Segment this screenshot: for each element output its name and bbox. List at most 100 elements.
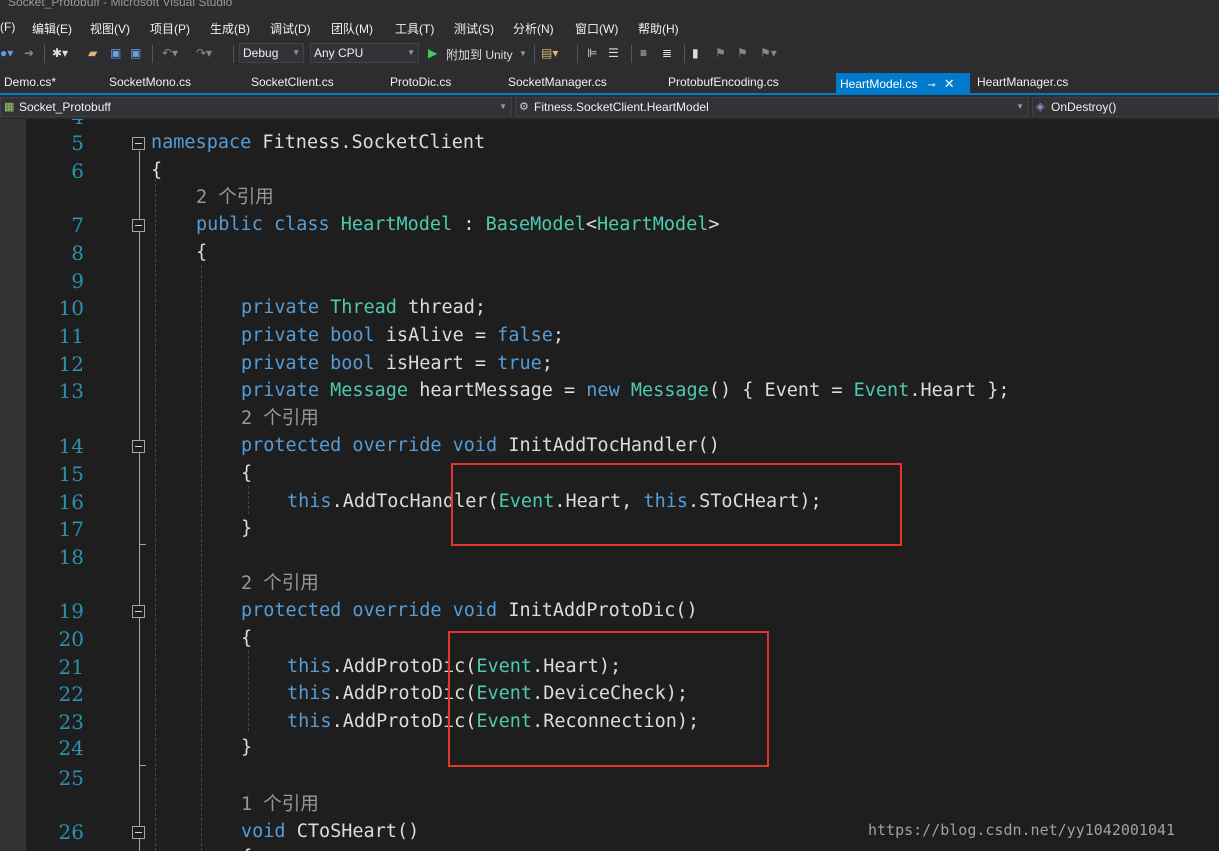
highlight-box: [448, 631, 769, 767]
code-line[interactable]: }: [241, 736, 252, 760]
tab-label: HeartModel.cs: [840, 77, 918, 91]
type-dropdown[interactable]: ⚙ Fitness.SocketClient.HeartModel ▼: [515, 97, 1029, 117]
menu-window[interactable]: 窗口(W): [575, 20, 618, 37]
keyword: void: [241, 821, 286, 842]
project-name: Socket_Protobuff: [19, 100, 111, 114]
collapse-icon[interactable]: [132, 219, 145, 232]
member-dropdown[interactable]: ◈ OnDestroy(): [1032, 97, 1219, 117]
chevron-down-icon[interactable]: ▼: [519, 49, 527, 65]
clear-bookmarks-icon[interactable]: ⚑▾: [760, 46, 777, 62]
project-dropdown[interactable]: ▦ Socket_Protobuff ▼: [0, 97, 512, 117]
code-line[interactable]: private bool isHeart = true;: [241, 352, 553, 376]
tab-socketclient[interactable]: SocketClient.cs: [247, 72, 338, 93]
method-icon: ◈: [1036, 101, 1045, 113]
line-number: 16: [58, 490, 84, 514]
pin-icon[interactable]: ⊸: [927, 80, 935, 91]
line-number: 14: [58, 434, 84, 458]
keyword: public class: [196, 214, 341, 235]
menu-tools[interactable]: 工具(T): [395, 20, 434, 37]
tab-label: SocketMono.cs: [109, 75, 192, 89]
outdent-icon[interactable]: ☰: [608, 46, 619, 62]
line-number: 26: [58, 820, 84, 844]
watermark: https://blog.csdn.net/yy1042001041: [868, 821, 1176, 839]
tab-label: HeartManager.cs: [977, 75, 1069, 89]
tab-protodic[interactable]: ProtoDic.cs: [386, 72, 455, 93]
back-icon[interactable]: ●▾: [0, 46, 13, 62]
code-line[interactable]: private Thread thread;: [241, 296, 486, 320]
attach-icon[interactable]: ▤▾: [541, 46, 558, 62]
tab-protobufencoding[interactable]: ProtobufEncoding.cs: [664, 72, 783, 93]
menu-team[interactable]: 团队(M): [331, 20, 373, 37]
tab-heartmanager[interactable]: HeartManager.cs: [973, 72, 1072, 93]
open-folder-icon[interactable]: ▰: [88, 46, 97, 62]
code-line[interactable]: private bool isAlive = false;: [241, 324, 564, 348]
code-line[interactable]: {: [151, 159, 162, 183]
brace: }: [241, 737, 253, 758]
brace: {: [196, 242, 208, 263]
close-icon[interactable]: ✕: [944, 76, 955, 91]
collapse-icon[interactable]: [132, 826, 145, 839]
menu-edit[interactable]: 编辑(E): [32, 20, 72, 37]
attach-unity-button[interactable]: 附加到 Unity: [446, 46, 513, 62]
new-project-icon[interactable]: ✱▾: [52, 46, 68, 62]
collapse-icon[interactable]: [132, 137, 145, 150]
collapse-icon[interactable]: [132, 440, 145, 453]
code-line[interactable]: namespace Fitness.SocketClient: [151, 131, 485, 155]
platform-select[interactable]: Any CPU ▼: [310, 43, 419, 63]
save-all-icon[interactable]: ▣: [130, 46, 141, 62]
menu-test[interactable]: 测试(S): [454, 20, 494, 37]
code-line[interactable]: protected override void InitAddTocHandle…: [241, 434, 720, 458]
identifier: isHeart =: [374, 353, 498, 374]
menu-project[interactable]: 项目(P): [150, 20, 190, 37]
code-line[interactable]: {: [196, 241, 207, 265]
punctuation: <: [585, 214, 597, 235]
prev-bookmark-icon[interactable]: ⚑: [715, 46, 726, 62]
code-line[interactable]: protected override void InitAddProtoDic(…: [241, 599, 698, 623]
tab-demo[interactable]: Demo.cs*: [0, 72, 60, 93]
codelens-references[interactable]: 2 个引用: [241, 407, 319, 431]
codelens-references[interactable]: 2 个引用: [196, 186, 274, 210]
menu-analyze[interactable]: 分析(N): [513, 20, 554, 37]
bookmark-icon[interactable]: ▮: [692, 46, 699, 62]
format-icon[interactable]: ⊫: [587, 46, 597, 62]
code-line[interactable]: void CToSHeart(): [241, 820, 419, 844]
code-line[interactable]: public class HeartModel : BaseModel<Hear…: [196, 213, 720, 237]
code-line[interactable]: {: [241, 462, 252, 486]
identifier: heartMessage =: [408, 380, 587, 401]
code-line[interactable]: private Message heartMessage = new Messa…: [241, 379, 1010, 403]
code-editor[interactable]: 4 5 6 7 8 9 10 11 12 13 14 15 16 17 18 1…: [0, 119, 1219, 851]
codelens-references[interactable]: 2 个引用: [241, 572, 319, 596]
document-tabs: Demo.cs* SocketMono.cs SocketClient.cs P…: [0, 68, 1219, 95]
collapse-icon[interactable]: [132, 605, 145, 618]
keyword: private: [241, 380, 331, 401]
play-icon[interactable]: ▶: [428, 46, 437, 62]
next-bookmark-icon[interactable]: ⚑: [737, 46, 748, 62]
tab-socketmono[interactable]: SocketMono.cs: [105, 72, 195, 93]
line-number: 7: [71, 213, 84, 237]
tab-socketmanager[interactable]: SocketManager.cs: [504, 72, 611, 93]
comment-icon[interactable]: ≡: [640, 46, 647, 62]
codelens-references[interactable]: 1 个引用: [241, 793, 319, 817]
configuration-select[interactable]: Debug ▼: [239, 43, 304, 63]
menu-debug[interactable]: 调试(D): [270, 20, 311, 37]
save-icon[interactable]: ▣: [110, 46, 121, 62]
tab-heartmodel[interactable]: HeartModel.cs ⊸ ✕: [836, 73, 970, 94]
redo-icon[interactable]: ↷▾: [196, 46, 212, 62]
line-number: 24: [58, 736, 84, 760]
menu-build[interactable]: 生成(B): [210, 20, 250, 37]
line-number: 6: [71, 159, 84, 183]
forward-icon[interactable]: ➔: [24, 46, 34, 62]
menu-help[interactable]: 帮助(H): [638, 20, 679, 37]
tab-label: Demo.cs*: [4, 75, 57, 89]
punctuation: ;: [552, 325, 565, 346]
menu-view[interactable]: 视图(V): [90, 20, 130, 37]
identifier: () { Event =: [708, 380, 854, 401]
identifier: Fitness.SocketClient: [251, 132, 486, 153]
undo-icon[interactable]: ↶▾: [162, 46, 178, 62]
keyword: private: [241, 297, 331, 318]
menu-file[interactable]: (F): [0, 20, 15, 34]
identifier: thread;: [396, 297, 487, 318]
uncomment-icon[interactable]: ≣: [662, 46, 672, 62]
code-line[interactable]: }: [241, 517, 252, 541]
code-line[interactable]: {: [241, 627, 252, 651]
